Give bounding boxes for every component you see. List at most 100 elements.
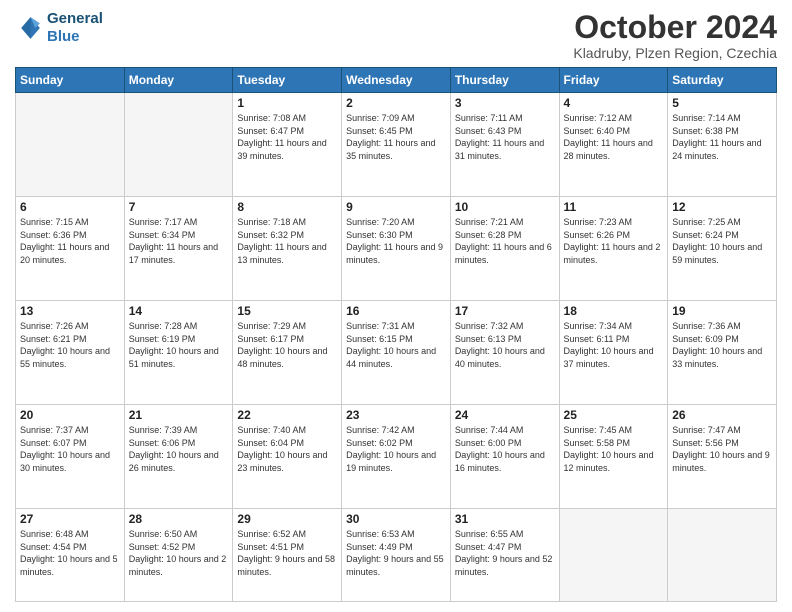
day-number: 25: [564, 408, 664, 422]
col-friday: Friday: [559, 68, 668, 93]
month-title: October 2024: [573, 10, 777, 45]
cell-details: Sunrise: 7:25 AMSunset: 6:24 PMDaylight:…: [672, 216, 772, 266]
day-number: 21: [129, 408, 229, 422]
cell-details: Sunrise: 7:31 AMSunset: 6:15 PMDaylight:…: [346, 320, 446, 370]
calendar-cell-w2-d2: 7 Sunrise: 7:17 AMSunset: 6:34 PMDaylight…: [124, 197, 233, 301]
calendar-cell-w2-d6: 11Sunrise: 7:23 AMSunset: 6:26 PMDayligh…: [559, 197, 668, 301]
cell-details: Sunrise: 7:47 AMSunset: 5:56 PMDaylight:…: [672, 424, 772, 474]
calendar-cell-w4-d1: 20 Sunrise: 7:37 AMSunset: 6:07 PMDayligh…: [16, 405, 125, 509]
calendar-cell-w1-d5: 3 Sunrise: 7:11 AMSunset: 6:43 PMDaylight…: [450, 93, 559, 197]
page-header: General Blue October 2024 Kladruby, Plze…: [15, 10, 777, 61]
cell-details: Sunrise: 7:34 AMSunset: 6:11 PMDaylight:…: [564, 320, 664, 370]
cell-details: Sunrise: 7:44 AMSunset: 6:00 PMDaylight:…: [455, 424, 555, 474]
calendar-cell-w3-d6: 18 Sunrise: 7:34 AMSunset: 6:11 PMDayligh…: [559, 301, 668, 405]
calendar-cell-w3-d7: 19Sunrise: 7:36 AMSunset: 6:09 PMDayligh…: [668, 301, 777, 405]
cell-details: Sunrise: 6:50 AMSunset: 4:52 PMDaylight:…: [129, 528, 229, 578]
day-number: 24: [455, 408, 555, 422]
calendar-table: Sunday Monday Tuesday Wednesday Thursday…: [15, 67, 777, 602]
calendar-cell-w4-d7: 26 Sunrise: 7:47 AMSunset: 5:56 PMDayligh…: [668, 405, 777, 509]
day-number: 27: [20, 512, 120, 526]
cell-details: Sunrise: 7:39 AMSunset: 6:06 PMDaylight:…: [129, 424, 229, 474]
cell-details: Sunrise: 7:36 AMSunset: 6:09 PMDaylight:…: [672, 320, 772, 370]
cell-details: Sunrise: 7:21 AMSunset: 6:28 PMDaylight:…: [455, 216, 555, 266]
day-number: 20: [20, 408, 120, 422]
col-saturday: Saturday: [668, 68, 777, 93]
cell-details: Sunrise: 7:14 AMSunset: 6:38 PMDaylight:…: [672, 112, 772, 162]
cell-details: Sunrise: 7:20 AMSunset: 6:30 PMDaylight:…: [346, 216, 446, 266]
cell-details: Sunrise: 7:28 AMSunset: 6:19 PMDaylight:…: [129, 320, 229, 370]
calendar-week-2: 6Sunrise: 7:15 AMSunset: 6:36 PMDaylight…: [16, 197, 777, 301]
day-number: 28: [129, 512, 229, 526]
day-number: 9: [346, 200, 446, 214]
calendar-cell-w1-d4: 2 Sunrise: 7:09 AMSunset: 6:45 PMDaylight…: [342, 93, 451, 197]
calendar-week-1: 1Sunrise: 7:08 AMSunset: 6:47 PMDaylight…: [16, 93, 777, 197]
calendar-cell-w5-d3: 29Sunrise: 6:52 AMSunset: 4:51 PMDayligh…: [233, 508, 342, 601]
day-number: 30: [346, 512, 446, 526]
calendar-cell-w4-d4: 23Sunrise: 7:42 AMSunset: 6:02 PMDayligh…: [342, 405, 451, 509]
day-number: 11: [564, 200, 664, 214]
calendar-cell-w1-d2: [124, 93, 233, 197]
calendar-cell-w2-d4: 9 Sunrise: 7:20 AMSunset: 6:30 PMDaylight…: [342, 197, 451, 301]
calendar-cell-w4-d3: 22Sunrise: 7:40 AMSunset: 6:04 PMDayligh…: [233, 405, 342, 509]
cell-details: Sunrise: 7:32 AMSunset: 6:13 PMDaylight:…: [455, 320, 555, 370]
calendar-cell-w4-d6: 25 Sunrise: 7:45 AMSunset: 5:58 PMDayligh…: [559, 405, 668, 509]
cell-details: Sunrise: 7:17 AMSunset: 6:34 PMDaylight:…: [129, 216, 229, 266]
day-number: 14: [129, 304, 229, 318]
day-number: 31: [455, 512, 555, 526]
cell-details: Sunrise: 7:11 AMSunset: 6:43 PMDaylight:…: [455, 112, 555, 162]
calendar-cell-w5-d4: 30Sunrise: 6:53 AMSunset: 4:49 PMDayligh…: [342, 508, 451, 601]
day-number: 7: [129, 200, 229, 214]
cell-details: Sunrise: 7:37 AMSunset: 6:07 PMDaylight:…: [20, 424, 120, 474]
day-number: 16: [346, 304, 446, 318]
logo-icon: [15, 14, 43, 42]
calendar-week-4: 20 Sunrise: 7:37 AMSunset: 6:07 PMDayligh…: [16, 405, 777, 509]
calendar-cell-w3-d1: 13 Sunrise: 7:26 AMSunset: 6:21 PMDayligh…: [16, 301, 125, 405]
day-number: 3: [455, 96, 555, 110]
cell-details: Sunrise: 7:40 AMSunset: 6:04 PMDaylight:…: [237, 424, 337, 474]
calendar-cell-w2-d5: 10 Sunrise: 7:21 AMSunset: 6:28 PMDayligh…: [450, 197, 559, 301]
calendar-cell-w2-d1: 6Sunrise: 7:15 AMSunset: 6:36 PMDaylight…: [16, 197, 125, 301]
logo-text: General Blue: [47, 10, 103, 46]
calendar-cell-w3-d5: 17Sunrise: 7:32 AMSunset: 6:13 PMDayligh…: [450, 301, 559, 405]
calendar-week-5: 27 Sunrise: 6:48 AMSunset: 4:54 PMDayligh…: [16, 508, 777, 601]
calendar-cell-w1-d3: 1Sunrise: 7:08 AMSunset: 6:47 PMDaylight…: [233, 93, 342, 197]
calendar-week-3: 13 Sunrise: 7:26 AMSunset: 6:21 PMDayligh…: [16, 301, 777, 405]
calendar-cell-w1-d7: 5 Sunrise: 7:14 AMSunset: 6:38 PMDaylight…: [668, 93, 777, 197]
calendar-cell-w1-d6: 4Sunrise: 7:12 AMSunset: 6:40 PMDaylight…: [559, 93, 668, 197]
cell-details: Sunrise: 7:45 AMSunset: 5:58 PMDaylight:…: [564, 424, 664, 474]
day-number: 2: [346, 96, 446, 110]
calendar-cell-w2-d7: 12 Sunrise: 7:25 AMSunset: 6:24 PMDayligh…: [668, 197, 777, 301]
day-number: 13: [20, 304, 120, 318]
logo-line1: General: [47, 10, 103, 27]
cell-details: Sunrise: 7:29 AMSunset: 6:17 PMDaylight:…: [237, 320, 337, 370]
day-number: 15: [237, 304, 337, 318]
calendar-cell-w5-d7: [668, 508, 777, 601]
calendar-cell-w3-d3: 15 Sunrise: 7:29 AMSunset: 6:17 PMDayligh…: [233, 301, 342, 405]
calendar-cell-w5-d1: 27 Sunrise: 6:48 AMSunset: 4:54 PMDayligh…: [16, 508, 125, 601]
day-number: 12: [672, 200, 772, 214]
cell-details: Sunrise: 7:09 AMSunset: 6:45 PMDaylight:…: [346, 112, 446, 162]
cell-details: Sunrise: 7:08 AMSunset: 6:47 PMDaylight:…: [237, 112, 337, 162]
cell-details: Sunrise: 7:15 AMSunset: 6:36 PMDaylight:…: [20, 216, 120, 266]
cell-details: Sunrise: 6:48 AMSunset: 4:54 PMDaylight:…: [20, 528, 120, 578]
col-wednesday: Wednesday: [342, 68, 451, 93]
calendar-cell-w3-d4: 16 Sunrise: 7:31 AMSunset: 6:15 PMDayligh…: [342, 301, 451, 405]
title-block: October 2024 Kladruby, Plzen Region, Cze…: [573, 10, 777, 61]
day-number: 5: [672, 96, 772, 110]
day-number: 18: [564, 304, 664, 318]
day-number: 26: [672, 408, 772, 422]
col-monday: Monday: [124, 68, 233, 93]
col-sunday: Sunday: [16, 68, 125, 93]
calendar-cell-w5-d6: [559, 508, 668, 601]
day-number: 29: [237, 512, 337, 526]
day-number: 8: [237, 200, 337, 214]
logo-line2: Blue: [47, 28, 103, 46]
cell-details: Sunrise: 7:26 AMSunset: 6:21 PMDaylight:…: [20, 320, 120, 370]
calendar-cell-w4-d5: 24 Sunrise: 7:44 AMSunset: 6:00 PMDayligh…: [450, 405, 559, 509]
calendar-cell-w5-d5: 31Sunrise: 6:55 AMSunset: 4:47 PMDayligh…: [450, 508, 559, 601]
calendar-cell-w1-d1: [16, 93, 125, 197]
cell-details: Sunrise: 7:18 AMSunset: 6:32 PMDaylight:…: [237, 216, 337, 266]
calendar-cell-w2-d3: 8 Sunrise: 7:18 AMSunset: 6:32 PMDaylight…: [233, 197, 342, 301]
day-number: 10: [455, 200, 555, 214]
calendar-cell-w3-d2: 14 Sunrise: 7:28 AMSunset: 6:19 PMDayligh…: [124, 301, 233, 405]
